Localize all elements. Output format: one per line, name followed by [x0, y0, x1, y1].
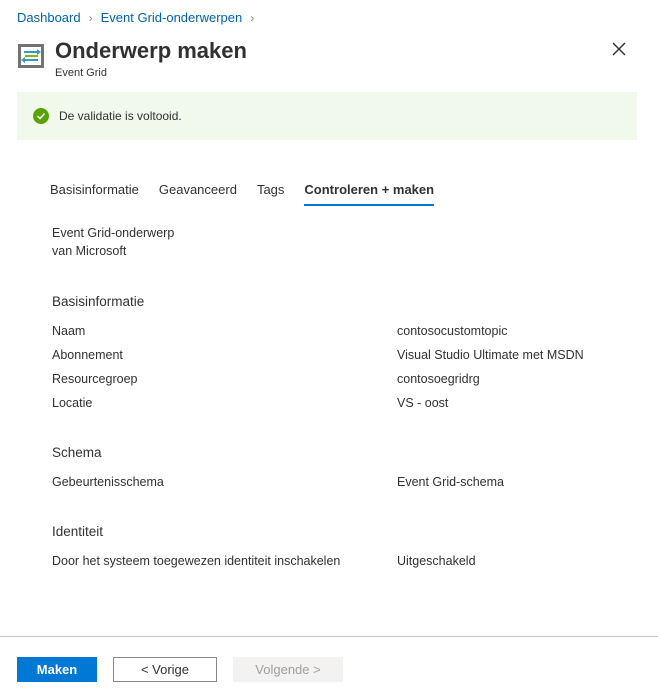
basics-rows: Naam contosocustomtopic Abonnement Visua…	[52, 319, 642, 415]
product-info: Event Grid-onderwerp van Microsoft	[52, 224, 642, 260]
previous-button[interactable]: < Vorige	[113, 657, 217, 682]
event-grid-icon	[17, 42, 45, 70]
validation-message: De validatie is voltooid.	[59, 109, 182, 123]
breadcrumb: Dashboard › Event Grid-onderwerpen ›	[17, 10, 262, 25]
row-key: Gebeurtenisschema	[52, 475, 164, 489]
chevron-right-icon: ›	[88, 10, 93, 25]
tab-basics[interactable]: Basisinformatie	[50, 182, 139, 206]
review-content: Event Grid-onderwerp van Microsoft Basis…	[52, 224, 642, 573]
row-key: Resourcegroep	[52, 372, 138, 386]
summary-row: Door het systeem toegewezen identiteit i…	[52, 549, 642, 573]
summary-row: Locatie VS - oost	[52, 391, 642, 415]
row-key: Locatie	[52, 396, 93, 410]
row-value: contosocustomtopic	[397, 324, 508, 338]
row-value: Uitgeschakeld	[397, 554, 476, 568]
page-header: Onderwerp maken Event Grid	[17, 38, 247, 79]
row-key: Naam	[52, 324, 86, 338]
row-key: Door het systeem toegewezen identiteit i…	[52, 554, 341, 568]
summary-row: Gebeurtenisschema Event Grid-schema	[52, 470, 642, 494]
create-button[interactable]: Maken	[17, 657, 97, 682]
row-value: contosoegridrg	[397, 372, 480, 386]
row-value: VS - oost	[397, 396, 449, 410]
summary-row: Naam contosocustomtopic	[52, 319, 642, 343]
tab-tags[interactable]: Tags	[257, 182, 284, 206]
tab-review-create[interactable]: Controleren + maken	[304, 182, 435, 206]
page-subtitle: Event Grid	[55, 67, 107, 79]
row-value: Visual Studio Ultimate met MSDN	[397, 348, 584, 362]
wizard-tabs: Basisinformatie Geavanceerd Tags Control…	[50, 182, 454, 206]
next-button: Volgende >	[233, 657, 343, 682]
page-title: Onderwerp maken	[55, 38, 247, 63]
validation-banner: De validatie is voltooid.	[17, 92, 637, 140]
tab-advanced[interactable]: Geavanceerd	[159, 182, 237, 206]
section-title-basics: Basisinformatie	[52, 294, 145, 309]
chevron-right-icon: ›	[250, 10, 255, 25]
row-value: Event Grid-schema	[397, 475, 504, 489]
close-icon[interactable]	[612, 42, 632, 62]
row-key: Abonnement	[52, 348, 123, 362]
summary-row: Resourcegroep contosoegridrg	[52, 367, 642, 391]
summary-row: Abonnement Visual Studio Ultimate met MS…	[52, 343, 642, 367]
wizard-footer: Maken < Vorige Volgende >	[0, 636, 658, 690]
breadcrumb-dashboard-link[interactable]: Dashboard	[17, 10, 81, 25]
product-name: Event Grid-onderwerp	[52, 226, 175, 240]
section-title-identity: Identiteit	[52, 524, 104, 539]
success-check-icon	[33, 108, 49, 124]
identity-rows: Door het systeem toegewezen identiteit i…	[52, 549, 642, 573]
product-publisher: van Microsoft	[52, 244, 127, 258]
breadcrumb-event-grid-topics-link[interactable]: Event Grid-onderwerpen	[101, 10, 243, 25]
section-title-schema: Schema	[52, 445, 102, 460]
schema-rows: Gebeurtenisschema Event Grid-schema	[52, 470, 642, 494]
